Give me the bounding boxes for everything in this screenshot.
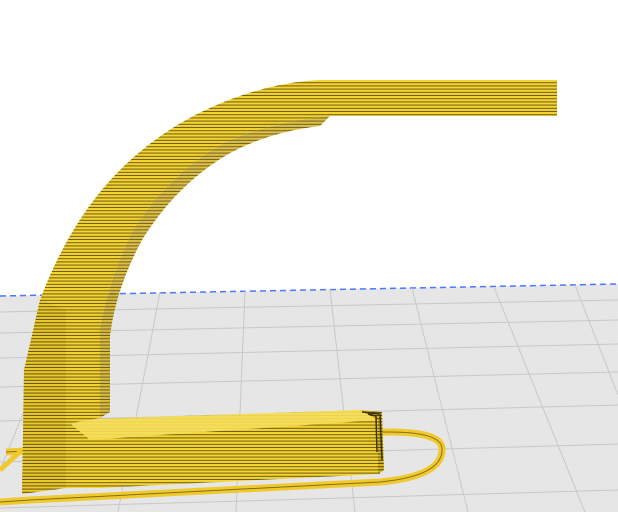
preview-canvas[interactable] [0, 0, 618, 512]
3d-print-preview-viewport[interactable] [0, 0, 618, 512]
